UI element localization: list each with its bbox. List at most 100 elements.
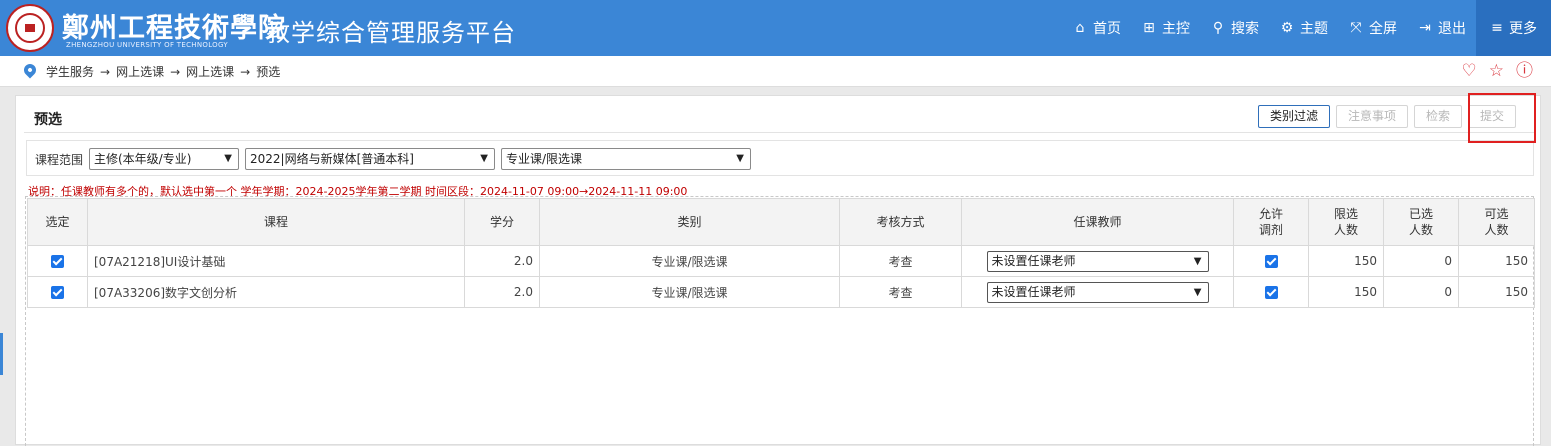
nav-fullscreen[interactable]: ⤧ 全屏 <box>1338 0 1407 56</box>
nav-fullscreen-label: 全屏 <box>1369 21 1397 37</box>
check-button[interactable]: 检索 <box>1414 105 1463 128</box>
breadcrumb-item[interactable]: 网上选课 <box>116 65 164 79</box>
col-available-line1: 可选 <box>1484 207 1509 221</box>
fullscreen-icon: ⤧ <box>1350 20 1362 36</box>
table-header-row: 选定 课程 学分 类别 考核方式 任课教师 允许 调剂 限选 人数 已选 人数 可选人… <box>27 198 1535 246</box>
help-icon[interactable]: ⓘ <box>1516 62 1533 80</box>
breadcrumb: 学生服务 → 网上选课 → 网上选课 → 预选 <box>46 63 280 80</box>
major-select[interactable]: 2022|网络与新媒体[普通本科] ▼ <box>245 148 495 170</box>
major-select-value: 2022|网络与新媒体[普通本科] <box>250 152 414 166</box>
university-seal-logo <box>6 4 54 52</box>
course-table-container: 选定 课程 学分 类别 考核方式 任课教师 允许 调剂 限选 人数 已选 人数 可选人… <box>25 196 1535 446</box>
teacher-select[interactable]: 未设置任课老师 ▼ <box>986 281 1209 303</box>
heart-icon[interactable]: ♡ <box>1462 62 1477 80</box>
notice-button[interactable]: 注意事项 <box>1336 105 1409 128</box>
col-available: 可选 人数 <box>1458 198 1535 246</box>
nav-search[interactable]: ⚲ 搜索 <box>1200 0 1269 56</box>
top-nav: ⌂ 首页 ⊞ 主控 ⚲ 搜索 ⚙ 主题 ⤧ 全屏 ⇥ 退出 ≡ 更多 <box>1062 0 1551 56</box>
col-limit-line2: 人数 <box>1333 223 1358 237</box>
nav-logout-label: 退出 <box>1438 21 1466 37</box>
course-cell: [07A21218]UI设计基础 <box>87 245 465 277</box>
selected-count-cell: 0 <box>1383 276 1459 308</box>
university-logo-en: ZHENGZHOU UNIVERSITY OF TECHNOLOGY <box>66 41 228 49</box>
breadcrumb-item[interactable]: 学生服务 <box>46 65 94 79</box>
col-selected-line2: 人数 <box>1408 223 1433 237</box>
menu-icon: ≡ <box>1491 20 1503 36</box>
category-cell: 专业课/限选课 <box>539 245 840 277</box>
course-cell: [07A33206]数字文创分析 <box>87 276 465 308</box>
panel-title: 预选 <box>34 112 62 128</box>
nav-more[interactable]: ≡ 更多 <box>1476 0 1551 56</box>
col-select: 选定 <box>27 198 88 246</box>
category-select[interactable]: 专业课/限选课 ▼ <box>501 148 751 170</box>
col-adjust-line2: 调剂 <box>1258 223 1283 237</box>
teacher-select-value: 未设置任课老师 <box>991 253 1076 268</box>
teacher-cell: 未设置任课老师 ▼ <box>961 276 1234 308</box>
course-scope-label: 课程范围 <box>35 153 84 167</box>
breadcrumb-item[interactable]: 网上选课 <box>186 65 234 79</box>
adjust-cell <box>1233 245 1309 277</box>
nav-logout[interactable]: ⇥ 退出 <box>1407 0 1476 56</box>
course-table: 选定 课程 学分 类别 考核方式 任课教师 允许 调剂 限选 人数 已选 人数 可选人… <box>27 198 1535 308</box>
chevron-down-icon: ▼ <box>1193 286 1202 298</box>
col-adjust: 允许 调剂 <box>1233 198 1309 246</box>
row-select-cell <box>27 245 88 277</box>
chevron-down-icon: ▼ <box>1193 255 1202 267</box>
breadcrumb-separator: → <box>100 65 111 79</box>
col-limit-line1: 限选 <box>1333 207 1358 221</box>
breadcrumb-separator: → <box>240 65 251 79</box>
chevron-down-icon: ▼ <box>736 153 744 164</box>
col-credit: 学分 <box>464 198 540 246</box>
table-row: [07A21218]UI设计基础 2.0 专业课/限选课 考查 未设置任课老师 ▼… <box>27 245 1535 277</box>
breadcrumb-item-current: 预选 <box>256 65 281 79</box>
allow-adjust-checkbox[interactable] <box>1264 286 1278 299</box>
limit-cell: 150 <box>1308 245 1384 277</box>
nav-search-label: 搜索 <box>1231 21 1259 37</box>
col-limit: 限选 人数 <box>1308 198 1384 246</box>
teacher-cell: 未设置任课老师 ▼ <box>961 245 1234 277</box>
chevron-down-icon: ▼ <box>480 153 488 164</box>
location-pin-icon <box>21 61 39 79</box>
category-select-value: 专业课/限选课 <box>506 152 583 166</box>
filter-row: 课程范围 主修(本年级/专业) ▼ 2022|网络与新媒体[普通本科] ▼ 专业… <box>26 140 1534 176</box>
star-icon[interactable]: ☆ <box>1489 62 1504 80</box>
exam-cell: 考查 <box>839 276 962 308</box>
select-checkbox[interactable] <box>51 286 64 299</box>
breadcrumb-separator: → <box>170 65 181 79</box>
allow-adjust-checkbox[interactable] <box>1264 255 1278 268</box>
home-icon: ⌂ <box>1075 20 1085 36</box>
gears-icon: ⚙ <box>1280 20 1294 36</box>
col-category: 类别 <box>539 198 840 246</box>
teacher-select-value: 未设置任课老师 <box>991 284 1076 299</box>
nav-theme[interactable]: ⚙ 主题 <box>1269 0 1338 56</box>
select-checkbox[interactable] <box>51 255 64 268</box>
credit-cell: 2.0 <box>464 276 540 308</box>
nav-home[interactable]: ⌂ 首页 <box>1062 0 1131 56</box>
left-edge-accent <box>0 333 3 375</box>
col-exam: 考核方式 <box>839 198 962 246</box>
credit-cell: 2.0 <box>464 245 540 277</box>
divider <box>24 132 1534 133</box>
university-logo-text: 鄭州工程技術學院 <box>62 13 286 44</box>
nav-home-label: 首页 <box>1093 21 1121 37</box>
adjust-cell <box>1233 276 1309 308</box>
col-selected: 已选 人数 <box>1383 198 1459 246</box>
nav-theme-label: 主题 <box>1300 21 1328 37</box>
preselect-panel: 预选 类别过滤 注意事项 检索 提交 课程范围 主修(本年级/专业) ▼ 202… <box>15 95 1541 446</box>
selected-count-cell: 0 <box>1383 245 1459 277</box>
nav-main-control[interactable]: ⊞ 主控 <box>1131 0 1200 56</box>
table-row: [07A33206]数字文创分析 2.0 专业课/限选课 考查 未设置任课老师 ▼… <box>27 276 1535 308</box>
col-course: 课程 <box>87 198 465 246</box>
teacher-select[interactable]: 未设置任课老师 ▼ <box>986 250 1209 272</box>
category-cell: 专业课/限选课 <box>539 276 840 308</box>
top-header: 鄭州工程技術學院 ZHENGZHOU UNIVERSITY OF TECHNOL… <box>0 0 1551 56</box>
chevron-down-icon: ▼ <box>224 153 232 164</box>
nav-main-control-label: 主控 <box>1162 21 1190 37</box>
available-cell: 150 <box>1458 276 1535 308</box>
col-adjust-line1: 允许 <box>1258 207 1283 221</box>
scope-select-value: 主修(本年级/专业) <box>94 152 192 166</box>
windows-icon: ⊞ <box>1143 20 1155 36</box>
scope-select[interactable]: 主修(本年级/专业) ▼ <box>89 148 239 170</box>
limit-cell: 150 <box>1308 276 1384 308</box>
category-filter-button[interactable]: 类别过滤 <box>1258 105 1331 128</box>
